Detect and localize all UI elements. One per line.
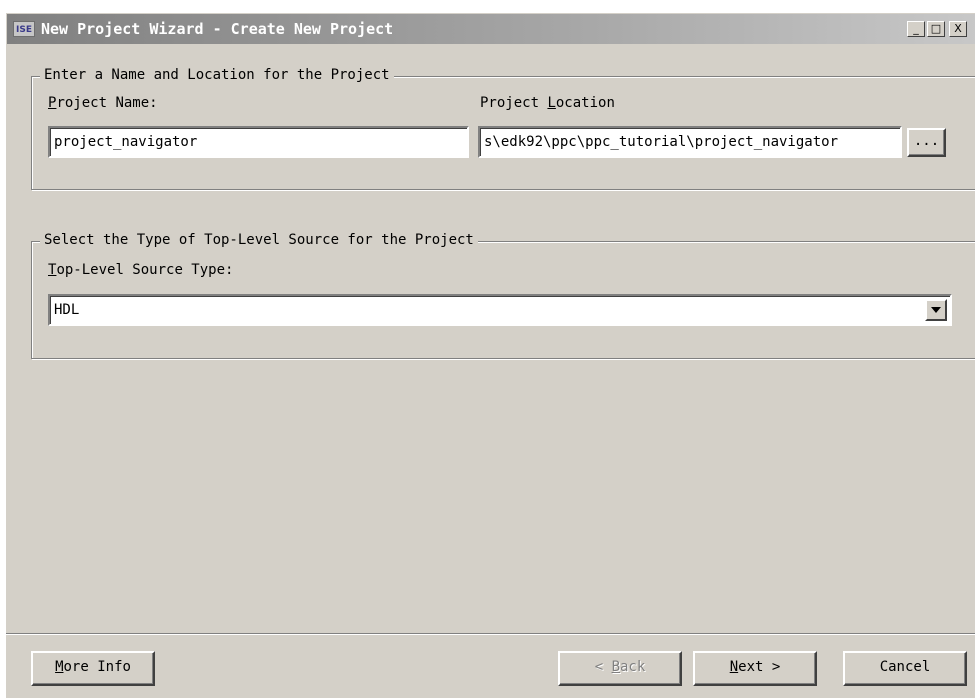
source-type-dropdown[interactable]: HDL [48, 294, 952, 326]
ise-app-icon: ISE [13, 21, 35, 37]
window-title: New Project Wizard - Create New Project [41, 20, 394, 38]
title-bar[interactable]: ISE New Project Wizard - Create New Proj… [7, 14, 975, 44]
source-type-group: Select the Type of Top-Level Source for … [31, 232, 975, 359]
project-location-input[interactable]: s\edk92\ppc\ppc_tutorial\project_navigat… [478, 126, 902, 158]
next-button[interactable]: Next > [693, 651, 817, 686]
back-button[interactable]: < Back [558, 651, 682, 686]
source-type-label: Top-Level Source Type: [48, 262, 234, 278]
group-legend: Select the Type of Top-Level Source for … [40, 232, 478, 248]
browse-button[interactable]: ... [907, 128, 946, 157]
more-info-button[interactable]: More Info [31, 651, 155, 686]
footer-divider-highlight [6, 634, 975, 635]
project-location-label: Project Location [480, 95, 615, 111]
project-location-group: Enter a Name and Location for the Projec… [31, 67, 975, 190]
minimize-button[interactable]: _ [907, 21, 925, 37]
chevron-down-icon[interactable] [925, 299, 947, 321]
project-name-input[interactable]: project_navigator [48, 126, 469, 158]
project-name-label: Project Name: [48, 95, 158, 111]
close-button[interactable]: X [949, 21, 967, 37]
source-type-value: HDL [54, 302, 80, 318]
cancel-button[interactable]: Cancel [843, 651, 967, 686]
wizard-window: ISE New Project Wizard - Create New Proj… [5, 12, 975, 698]
maximize-button[interactable]: □ [927, 21, 945, 37]
group-legend: Enter a Name and Location for the Projec… [40, 67, 394, 83]
